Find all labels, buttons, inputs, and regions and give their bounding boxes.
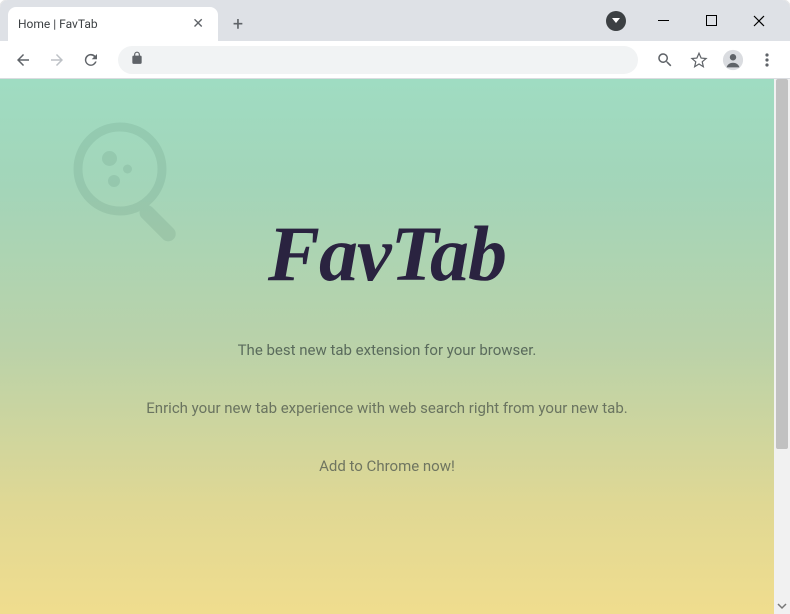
- cta-text: Add to Chrome now!: [319, 457, 455, 475]
- browser-tab[interactable]: Home | FavTab ✕: [8, 7, 218, 41]
- tab-title: Home | FavTab: [18, 17, 188, 31]
- browser-toolbar: [0, 41, 790, 79]
- bookmark-icon[interactable]: [684, 45, 714, 75]
- forward-button[interactable]: [42, 45, 72, 75]
- maximize-button[interactable]: [690, 6, 732, 36]
- menu-icon[interactable]: [752, 45, 782, 75]
- address-bar[interactable]: [118, 46, 638, 74]
- watermark-magnifier-icon: [60, 109, 210, 259]
- reload-button[interactable]: [76, 45, 106, 75]
- zoom-icon[interactable]: [650, 45, 680, 75]
- profile-icon[interactable]: [718, 45, 748, 75]
- viewport: FavTab The best new tab extension for yo…: [0, 79, 790, 614]
- page-logo: FavTab: [268, 209, 506, 299]
- tab-strip: Home | FavTab ✕ +: [0, 7, 606, 41]
- scrollbar-thumb[interactable]: [776, 79, 788, 449]
- user-badge-icon[interactable]: [606, 11, 626, 31]
- window-titlebar: Home | FavTab ✕ +: [0, 0, 790, 41]
- close-icon[interactable]: ✕: [188, 14, 208, 34]
- window-close-button[interactable]: [738, 6, 780, 36]
- back-button[interactable]: [8, 45, 38, 75]
- scroll-down-icon[interactable]: [774, 598, 790, 614]
- lock-icon: [130, 50, 144, 69]
- vertical-scrollbar[interactable]: [774, 79, 790, 614]
- subline-text: Enrich your new tab experience with web …: [146, 399, 627, 417]
- tagline-text: The best new tab extension for your brow…: [238, 341, 537, 359]
- page-content: FavTab The best new tab extension for yo…: [0, 79, 774, 614]
- window-controls: [606, 0, 790, 41]
- minimize-button[interactable]: [642, 6, 684, 36]
- new-tab-button[interactable]: +: [224, 10, 252, 38]
